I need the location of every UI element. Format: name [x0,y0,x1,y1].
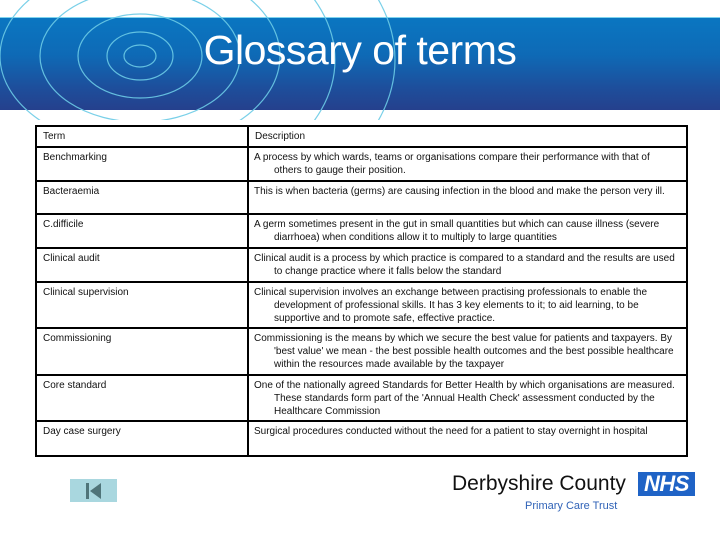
table-row: Bacteraemia This is when bacteria (germs… [35,180,688,215]
table-row: C.difficile A germ sometimes present in … [35,213,688,249]
column-header-description: Description [247,125,688,148]
page-title: Glossary of terms [203,27,517,73]
term-cell: Bacteraemia [35,180,249,215]
description-cell: Commissioning is the means by which we s… [247,327,688,376]
description-cell: Surgical procedures conducted without th… [247,420,688,457]
description-cell: Clinical audit is a process by which pra… [247,247,688,283]
column-header-term: Term [35,125,249,148]
term-cell: Day case surgery [35,420,249,457]
term-cell: Clinical audit [35,247,249,283]
glossary-table: Term Description Benchmarking A process … [35,125,688,457]
table-row: Day case surgery Surgical procedures con… [35,420,688,457]
table-header-row: Term Description [35,125,688,148]
table-row: Clinical audit Clinical audit is a proce… [35,247,688,283]
term-cell: Clinical supervision [35,281,249,329]
organisation-subtitle: Primary Care Trust [525,500,618,512]
description-cell: This is when bacteria (germs) are causin… [247,180,688,215]
organisation-name: Derbyshire County [452,472,626,495]
term-cell: Core standard [35,374,249,422]
term-cell: Benchmarking [35,146,249,182]
skip-to-first-icon [85,482,101,499]
description-cell: A process by which wards, teams or organ… [247,146,688,182]
term-cell: C.difficile [35,213,249,249]
table-row: Benchmarking A process by which wards, t… [35,146,688,182]
table-row: Clinical supervision Clinical supervisio… [35,281,688,329]
table-row: Commissioning Commissioning is the means… [35,327,688,376]
first-slide-button[interactable] [70,479,117,502]
term-cell: Commissioning [35,327,249,376]
description-cell: Clinical supervision involves an exchang… [247,281,688,329]
description-cell: A germ sometimes present in the gut in s… [247,213,688,249]
nhs-badge: NHS [638,472,695,496]
derbyshire-nhs-logo: Derbyshire County NHS Primary Care Trust [450,470,700,520]
description-cell: One of the nationally agreed Standards f… [247,374,688,422]
table-row: Core standard One of the nationally agre… [35,374,688,422]
